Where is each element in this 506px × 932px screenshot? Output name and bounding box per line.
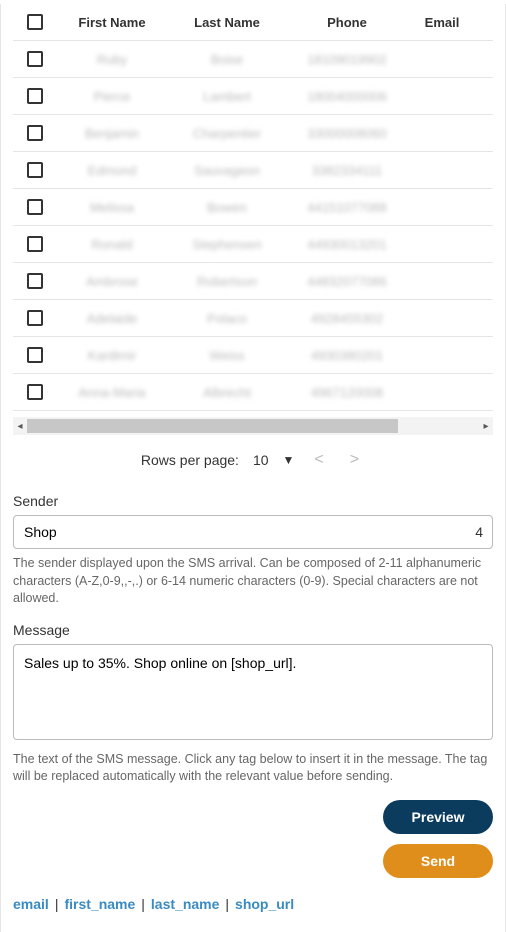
cell-first-name: Ronald: [57, 237, 167, 252]
tag-separator: |: [225, 896, 229, 912]
cell-first-name: Pierce: [57, 89, 167, 104]
table-row: RubyBoise18109019902: [13, 41, 493, 78]
cell-last-name: Lambert: [167, 89, 287, 104]
cell-phone: 4967120008: [287, 385, 407, 400]
col-header-last: Last Name: [167, 15, 287, 30]
prev-page-button[interactable]: <: [308, 451, 329, 469]
cell-first-name: Ruby: [57, 52, 167, 67]
tag-first_name[interactable]: first_name: [64, 896, 135, 912]
cell-phone: 4928455302: [287, 311, 407, 326]
sender-label: Sender: [13, 493, 493, 509]
cell-first-name: Melissa: [57, 200, 167, 215]
table-row: EdmondSauvageon3382334111: [13, 152, 493, 189]
cell-first-name: Adelaide: [57, 311, 167, 326]
row-checkbox[interactable]: [27, 199, 43, 215]
cell-phone: 3382334111: [287, 163, 407, 178]
table-header-row: First Name Last Name Phone Email: [13, 4, 493, 41]
scroll-left-icon[interactable]: ◂: [13, 421, 27, 432]
chevron-down-icon[interactable]: ▼: [283, 453, 295, 467]
cell-last-name: Charpentier: [167, 126, 287, 141]
horizontal-scrollbar[interactable]: ◂ ▸: [13, 417, 493, 435]
next-page-button[interactable]: >: [344, 451, 365, 469]
tags-row: email | first_name | last_name | shop_url: [13, 896, 493, 912]
row-checkbox[interactable]: [27, 273, 43, 289]
sender-input[interactable]: [13, 515, 493, 549]
message-textarea[interactable]: [13, 644, 493, 740]
scroll-thumb[interactable]: [27, 419, 398, 433]
cell-last-name: Stephensen: [167, 237, 287, 252]
row-checkbox[interactable]: [27, 125, 43, 141]
table-row: BenjaminCharpentier33000008060: [13, 115, 493, 152]
cell-last-name: Polaco: [167, 311, 287, 326]
cell-first-name: Edmond: [57, 163, 167, 178]
cell-phone: 4930380201: [287, 348, 407, 363]
tag-separator: |: [55, 896, 59, 912]
cell-phone: 18004000006: [287, 89, 407, 104]
scroll-track[interactable]: [27, 419, 479, 433]
tag-email[interactable]: email: [13, 896, 49, 912]
cell-last-name: Boise: [167, 52, 287, 67]
tag-separator: |: [141, 896, 145, 912]
row-checkbox[interactable]: [27, 347, 43, 363]
cell-first-name: Kardimir: [57, 348, 167, 363]
cell-last-name: Sauvageon: [167, 163, 287, 178]
table-row: AdelaidePolaco4928455302: [13, 300, 493, 337]
table-row: Anna-MariaAlbrecht4967120008: [13, 374, 493, 411]
col-header-phone: Phone: [287, 15, 407, 30]
table-row: MelissaBowen44151077088: [13, 189, 493, 226]
cell-first-name: Anna-Maria: [57, 385, 167, 400]
table-row: PierceLambert18004000006: [13, 78, 493, 115]
rows-per-page-label: Rows per page:: [141, 452, 239, 468]
cell-last-name: Weiss: [167, 348, 287, 363]
cell-last-name: Bowen: [167, 200, 287, 215]
sender-char-count: 4: [475, 524, 483, 540]
cell-first-name: Ambrose: [57, 274, 167, 289]
sender-help-text: The sender displayed upon the SMS arriva…: [13, 555, 493, 608]
row-checkbox[interactable]: [27, 51, 43, 67]
message-help-text: The text of the SMS message. Click any t…: [13, 751, 493, 786]
col-header-email: Email: [407, 15, 477, 30]
col-header-first: First Name: [57, 15, 167, 30]
cell-first-name: Benjamin: [57, 126, 167, 141]
rows-per-page-value: 10: [253, 452, 269, 468]
cell-phone: 33000008060: [287, 126, 407, 141]
row-checkbox[interactable]: [27, 88, 43, 104]
send-button[interactable]: Send: [383, 844, 493, 878]
scroll-right-icon[interactable]: ▸: [479, 421, 493, 432]
table-row: RonaldStephensen44930013201: [13, 226, 493, 263]
table-pager: Rows per page: 10 ▼ < >: [13, 435, 493, 485]
message-label: Message: [13, 622, 493, 638]
cell-phone: 44832077086: [287, 274, 407, 289]
row-checkbox[interactable]: [27, 384, 43, 400]
table-row: AmbroseRobertson44832077086: [13, 263, 493, 300]
cell-last-name: Robertson: [167, 274, 287, 289]
row-checkbox[interactable]: [27, 162, 43, 178]
row-checkbox[interactable]: [27, 310, 43, 326]
row-checkbox[interactable]: [27, 236, 43, 252]
cell-phone: 44151077088: [287, 200, 407, 215]
cell-phone: 18109019902: [287, 52, 407, 67]
cell-last-name: Albrecht: [167, 385, 287, 400]
tag-shop_url[interactable]: shop_url: [235, 896, 294, 912]
preview-button[interactable]: Preview: [383, 800, 493, 834]
cell-phone: 44930013201: [287, 237, 407, 252]
table-row: KardimirWeiss4930380201: [13, 337, 493, 374]
contacts-table: First Name Last Name Phone Email RubyBoi…: [13, 4, 493, 435]
tag-last_name[interactable]: last_name: [151, 896, 219, 912]
select-all-checkbox[interactable]: [27, 14, 43, 30]
